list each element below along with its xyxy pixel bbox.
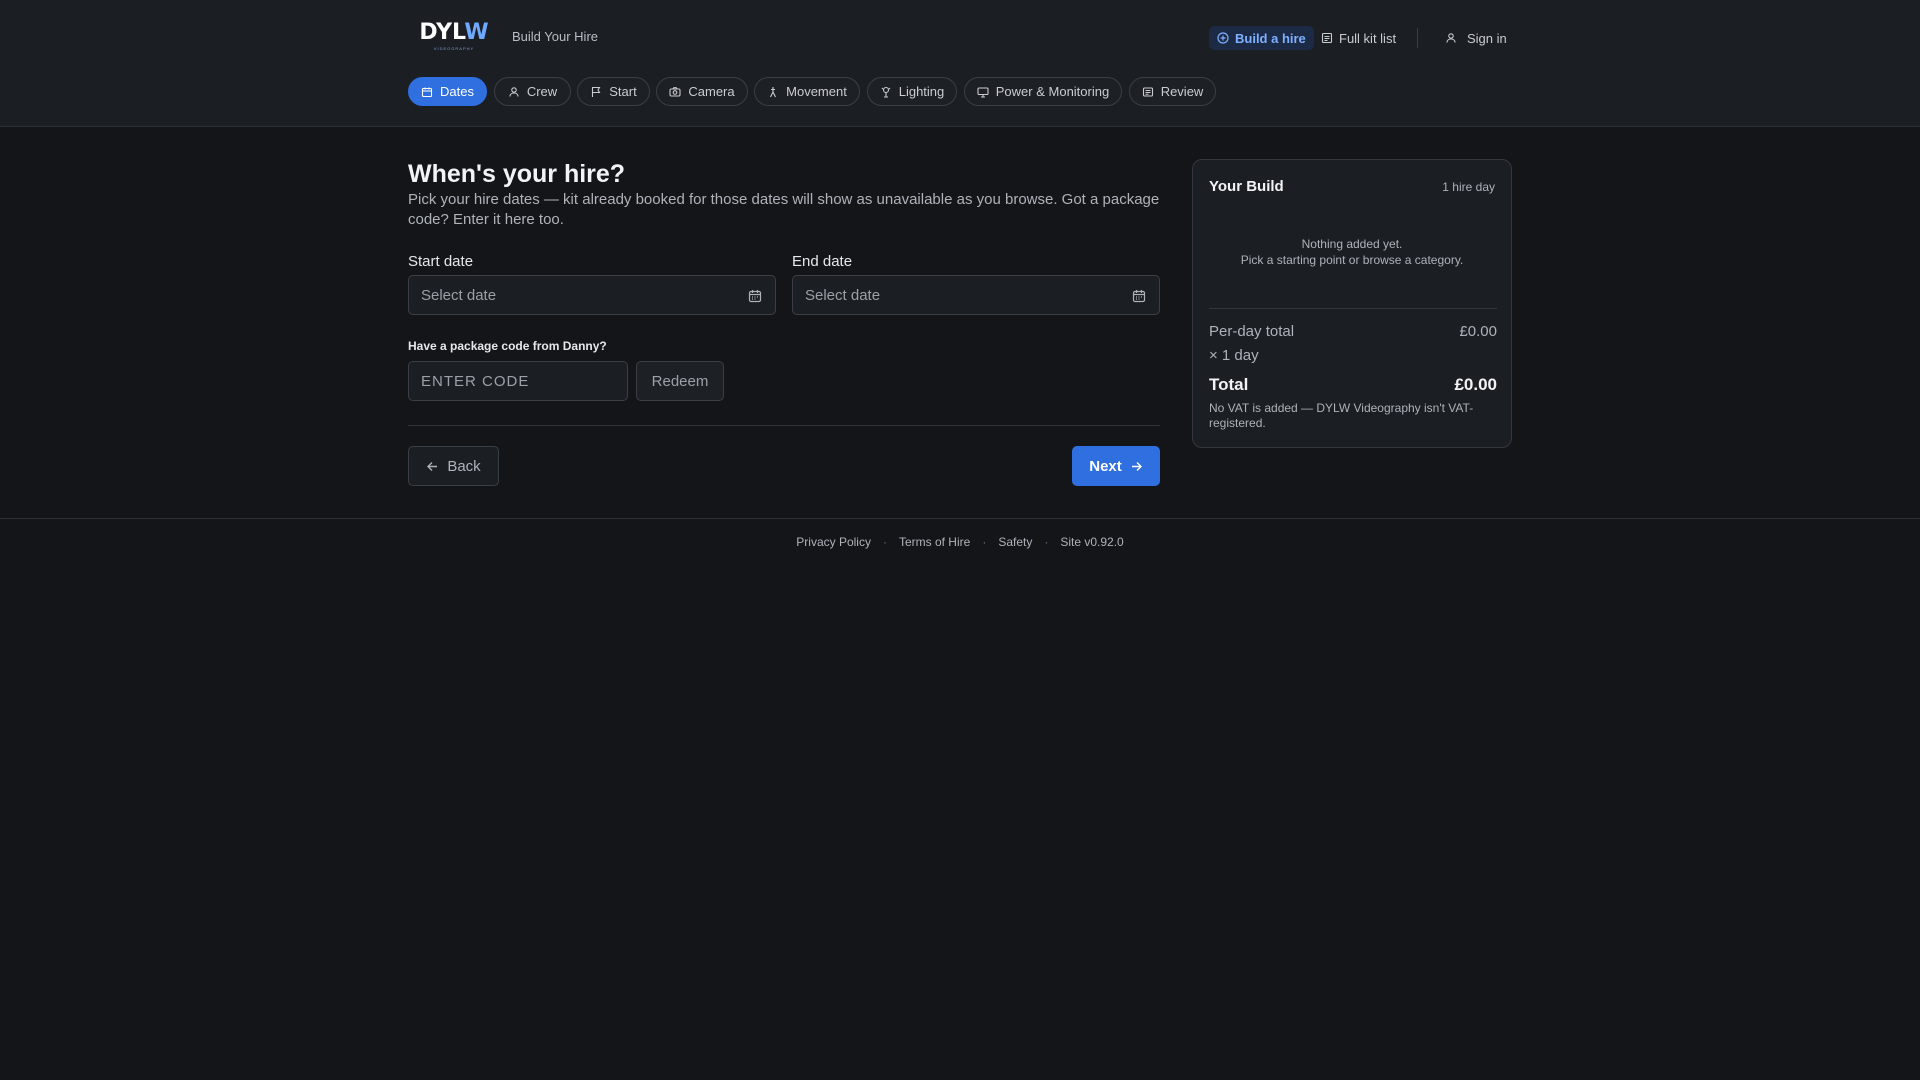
total-row: Total £0.00: [1209, 375, 1497, 394]
package-code-label: Have a package code from Danny?: [408, 339, 607, 353]
tab-review[interactable]: Review: [1129, 77, 1216, 106]
camera-icon: [669, 86, 681, 97]
package-code-input[interactable]: ENTER CODE: [408, 361, 628, 401]
page-title: When's your hire?: [408, 160, 626, 188]
arrow-left-icon: [427, 461, 438, 471]
summary-divider: [1209, 308, 1497, 309]
nav-sign-in[interactable]: Sign in: [1437, 26, 1515, 50]
nav-build-a-hire[interactable]: Build a hire: [1209, 26, 1314, 50]
user-icon: [1446, 33, 1456, 43]
monitor-icon: [977, 86, 989, 98]
footer-separator: ·: [1044, 535, 1049, 549]
tab-dates[interactable]: Dates: [408, 77, 487, 106]
calendar-icon: [1132, 290, 1146, 303]
tab-lighting[interactable]: Lighting: [867, 77, 957, 106]
footer-link-terms[interactable]: Terms of Hire: [899, 535, 970, 549]
start-date-input[interactable]: Select date: [408, 275, 776, 315]
form-divider: [408, 425, 1160, 426]
end-date-input[interactable]: Select date: [792, 275, 1160, 315]
nav-separator: [1417, 28, 1418, 48]
tab-power-monitoring[interactable]: Power & Monitoring: [964, 77, 1122, 106]
footer-separator: ·: [982, 535, 987, 549]
summary-title: Your Build: [1209, 178, 1284, 195]
intro-text: Pick your hire dates — kit already booke…: [408, 191, 1160, 228]
list-icon: [1321, 32, 1333, 44]
user-icon: [509, 86, 519, 97]
list-icon: [1142, 86, 1153, 97]
tab-movement[interactable]: Movement: [754, 77, 860, 106]
tab-crew[interactable]: Crew: [494, 77, 571, 106]
footer-link-privacy[interactable]: Privacy Policy: [796, 535, 871, 549]
arrow-right-icon: [1131, 461, 1142, 471]
next-button[interactable]: Next: [1072, 446, 1160, 486]
brand-title: Build Your Hire: [512, 29, 598, 44]
footer-separator: ·: [882, 535, 887, 549]
start-date-label: Start date: [408, 253, 474, 270]
redeem-button[interactable]: Redeem: [636, 361, 724, 401]
empty-state-line-2: Pick a starting point or browse a catego…: [1240, 253, 1464, 267]
per-day-row: Per-day total £0.00: [1209, 323, 1497, 340]
build-summary-card: Your Build 1 hire day Nothing added yet.…: [1192, 159, 1512, 448]
tab-start[interactable]: Start: [577, 77, 650, 106]
plus-circle-icon: [1217, 32, 1229, 44]
nav-full-kit-list[interactable]: Full kit list: [1313, 26, 1404, 50]
footer-link-safety[interactable]: Safety: [998, 535, 1032, 549]
lamp-icon: [881, 86, 891, 98]
dylw-logo[interactable]: DYLW VIDEOGRAPHY: [418, 22, 490, 52]
back-button[interactable]: Back: [408, 446, 499, 486]
multiplier-row: × 1 day: [1209, 347, 1259, 364]
footer: Privacy Policy · Terms of Hire · Safety …: [0, 535, 1920, 549]
top-header: DYLW VIDEOGRAPHY Build Your Hire Build a…: [0, 0, 1920, 127]
summary-days: 1 hire day: [1442, 180, 1495, 194]
flag-icon: [592, 86, 601, 97]
empty-state-line-1: Nothing added yet.: [1301, 237, 1403, 251]
footer-divider: [0, 518, 1920, 519]
vat-note: No VAT is added — DYLW Videography isn't…: [1209, 401, 1474, 430]
movement-icon: [770, 86, 777, 97]
calendar-icon: [748, 290, 762, 303]
tab-camera[interactable]: Camera: [656, 77, 748, 106]
end-date-label: End date: [792, 253, 853, 270]
site-version: Site v0.92.0: [1060, 535, 1124, 549]
calendar-icon: [421, 87, 433, 97]
